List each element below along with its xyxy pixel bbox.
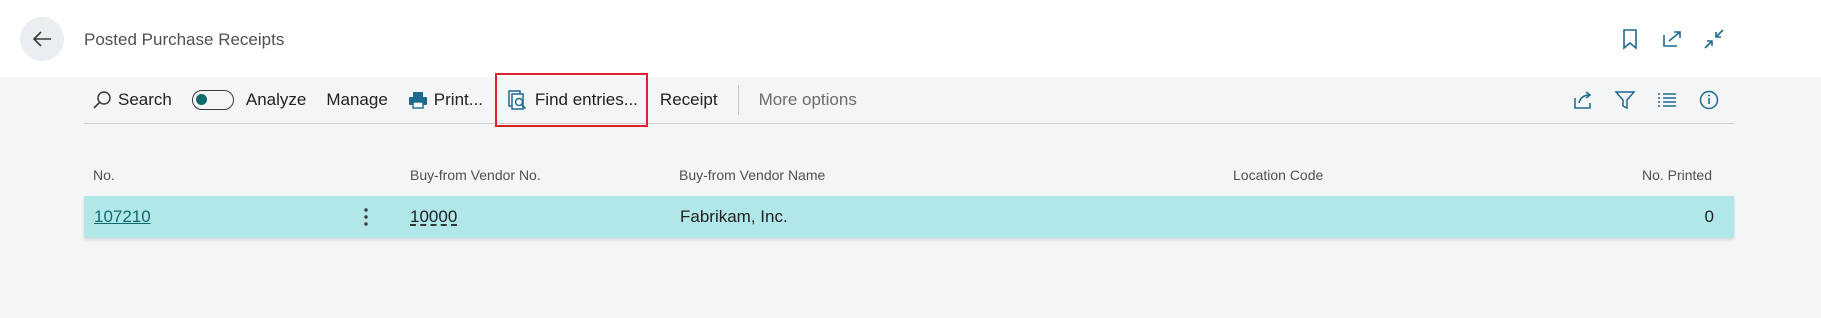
find-entries-icon [508,90,526,110]
toolbar-divider [737,85,739,115]
column-header-location-code[interactable]: Location Code [1233,167,1323,183]
page-header: Posted Purchase Receipts [0,0,1821,77]
search-icon [93,91,111,109]
more-options-button[interactable]: More options [749,82,867,118]
table-row[interactable]: 107210 10000 Fabrikam, Inc. 0 [84,196,1734,238]
column-header-vendor-name[interactable]: Buy-from Vendor Name [679,167,825,183]
arrow-left-icon [32,31,51,47]
column-header-no[interactable]: No. [93,167,115,183]
column-header-vendor-no[interactable]: Buy-from Vendor No. [410,167,541,183]
filter-icon[interactable] [1612,87,1638,113]
analyze-label: Analyze [245,90,307,109]
find-entries-label: Find entries... [534,90,638,109]
list-view-icon[interactable] [1654,87,1680,113]
action-bar: Search Analyze Manage Print... Find entr… [84,73,1734,127]
vendor-name-cell: Fabrikam, Inc. [680,207,788,226]
open-in-new-window-icon[interactable] [1660,27,1684,51]
toggle-switch[interactable] [191,90,234,110]
vendor-no-cell[interactable]: 10000 [410,207,457,227]
print-button[interactable]: Print... [398,82,493,118]
toolbar-right-actions [1570,77,1722,123]
more-vertical-icon [364,208,368,226]
page-title: Posted Purchase Receipts [84,30,285,49]
back-button[interactable] [20,17,64,61]
manage-menu[interactable]: Manage [316,82,397,118]
no-printed-cell: 0 [1704,207,1714,226]
search-button[interactable]: Search [84,82,182,118]
printer-icon [408,92,427,109]
receipt-menu[interactable]: Receipt [650,82,728,118]
analyze-toggle[interactable]: Analyze [182,82,316,118]
page-content: Search Analyze Manage Print... Find entr… [0,73,1821,318]
share-icon[interactable] [1570,87,1596,113]
row-actions-menu[interactable] [354,202,378,232]
search-label: Search [118,90,172,109]
header-actions [1618,27,1726,51]
column-header-no-printed[interactable]: No. Printed [1642,167,1712,183]
bookmark-icon[interactable] [1618,27,1642,51]
receipt-no-link[interactable]: 107210 [94,207,151,227]
print-label: Print... [433,90,483,109]
collapse-icon[interactable] [1702,27,1726,51]
find-entries-button[interactable]: Find entries... [494,73,648,127]
info-icon[interactable] [1696,87,1722,113]
